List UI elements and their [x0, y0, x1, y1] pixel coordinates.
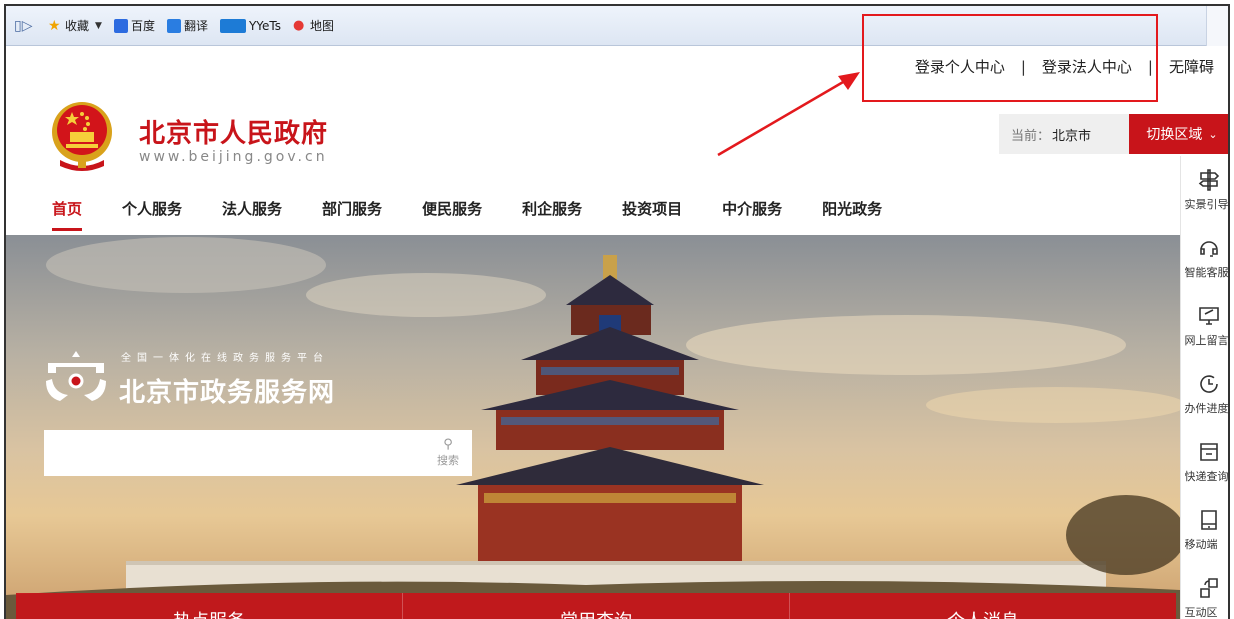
switch-region-button[interactable]: 切换区域 ⌄ [1129, 114, 1228, 154]
nav-item-department-service[interactable]: 部门服务 [322, 198, 382, 219]
star-icon: ★ [48, 17, 61, 34]
tool-express[interactable]: 快递查询 [1181, 428, 1229, 496]
tab-hot-services[interactable]: 热点服务 [16, 593, 403, 619]
tool-label: 快递查询 [1184, 470, 1229, 483]
bookmark-label: 百度 [130, 19, 155, 33]
site-url: www.beijing.gov.cn [139, 149, 328, 165]
headset-icon [1199, 241, 1218, 257]
portal-title: 北京市政务服务网 [119, 378, 336, 408]
chevron-down-icon[interactable]: ▼ [95, 21, 102, 31]
chevron-down-icon: ⌄ [1208, 127, 1218, 141]
tool-mobile[interactable]: 移动端 [1181, 496, 1228, 564]
tool-smart-service[interactable]: 智能客服 [1181, 224, 1229, 292]
switch-region-label: 切换区域 [1146, 127, 1203, 143]
map-pin-icon: ● [293, 17, 305, 33]
current-region-prefix: 当前： [1011, 128, 1051, 144]
bookmark-baidu[interactable]: 百度 [113, 17, 155, 34]
interaction-icon [1199, 578, 1218, 598]
search-box: ⚲ 搜索 [44, 430, 472, 476]
search-button[interactable]: ⚲ 搜索 [424, 430, 472, 476]
tool-label: 实景引导 [1184, 198, 1229, 211]
portal-subtitle: 全国一体化在线政务服务平台 [121, 353, 329, 364]
main-nav: 首页 个人服务 法人服务 部门服务 便民服务 利企服务 投资项目 中介服务 阳光… [52, 198, 922, 231]
tool-interaction[interactable]: 互动区 [1181, 564, 1228, 619]
express-box-icon [1199, 443, 1218, 461]
tab-common-queries[interactable]: 常用查询 [403, 593, 790, 619]
service-tab-bar: 热点服务 常用查询 个人消息 [16, 593, 1176, 619]
bookmark-translate[interactable]: 翻译 [166, 17, 208, 34]
search-icon: ⚲ [443, 437, 453, 452]
message-monitor-icon [1198, 307, 1219, 325]
progress-clock-icon [1199, 375, 1218, 393]
signpost-icon [1198, 169, 1219, 191]
tool-label: 网上留言 [1184, 334, 1229, 347]
temple-of-heaven-image [6, 237, 1180, 619]
bookmark-label: 地图 [310, 19, 335, 33]
hero-banner [6, 235, 1180, 619]
toolbar-overflow [1206, 6, 1228, 46]
tool-label: 智能客服 [1184, 266, 1229, 279]
nav-item-home[interactable]: 首页 [52, 198, 83, 231]
tool-label: 办件进度 [1184, 402, 1229, 415]
search-input[interactable] [44, 430, 424, 476]
nav-item-investment[interactable]: 投资项目 [622, 198, 682, 219]
nav-item-intermediary[interactable]: 中介服务 [722, 198, 782, 219]
current-region: 当前： 北京市 [999, 114, 1129, 154]
tool-online-message[interactable]: 网上留言 [1181, 292, 1229, 360]
gov-service-logo-icon [46, 351, 106, 401]
tool-label: 互动区 [1184, 606, 1218, 619]
bookmark-yyets[interactable]: YYeTs [219, 18, 282, 33]
bookmark-label: 翻译 [183, 19, 208, 33]
bookmark-label: 收藏 [65, 19, 90, 33]
side-toolbar: 实景引导 智能客服 网上留言 办件进度 快递查询 移动端 互动区 [1180, 156, 1229, 619]
annotation-highlight-box [862, 14, 1158, 102]
tab-personal-messages[interactable]: 个人消息 [790, 593, 1176, 619]
yyets-icon [219, 18, 246, 33]
bookmark-map[interactable]: ● 地图 [293, 17, 334, 34]
nav-item-open-government[interactable]: 阳光政务 [822, 198, 882, 219]
tool-progress[interactable]: 办件进度 [1181, 360, 1229, 428]
bookmark-favorites[interactable]: ★ 收藏 ▼ [48, 17, 102, 34]
mobile-icon [1200, 510, 1217, 530]
tool-scene-guide[interactable]: 实景引导 [1181, 156, 1229, 224]
accessibility-link[interactable]: 无障碍 [1169, 56, 1214, 77]
sidebar-toggle-icon[interactable]: ▯▷ [14, 18, 36, 34]
region-switcher: 当前： 北京市 切换区域 ⌄ [999, 114, 1228, 154]
nav-item-business-service[interactable]: 利企服务 [522, 198, 582, 219]
nav-item-convenience-service[interactable]: 便民服务 [422, 198, 482, 219]
baidu-paw-icon [113, 18, 128, 33]
nav-item-legal-service[interactable]: 法人服务 [222, 198, 282, 219]
bookmark-label: YYeTs [248, 18, 282, 33]
tool-label: 移动端 [1184, 538, 1218, 551]
national-emblem-icon [52, 102, 112, 171]
translate-icon [166, 18, 181, 33]
nav-item-personal-service[interactable]: 个人服务 [122, 198, 182, 219]
search-button-label: 搜索 [437, 454, 459, 467]
site-title[interactable]: 北京市人民政府 [139, 113, 328, 150]
current-region-value: 北京市 [1052, 128, 1092, 144]
